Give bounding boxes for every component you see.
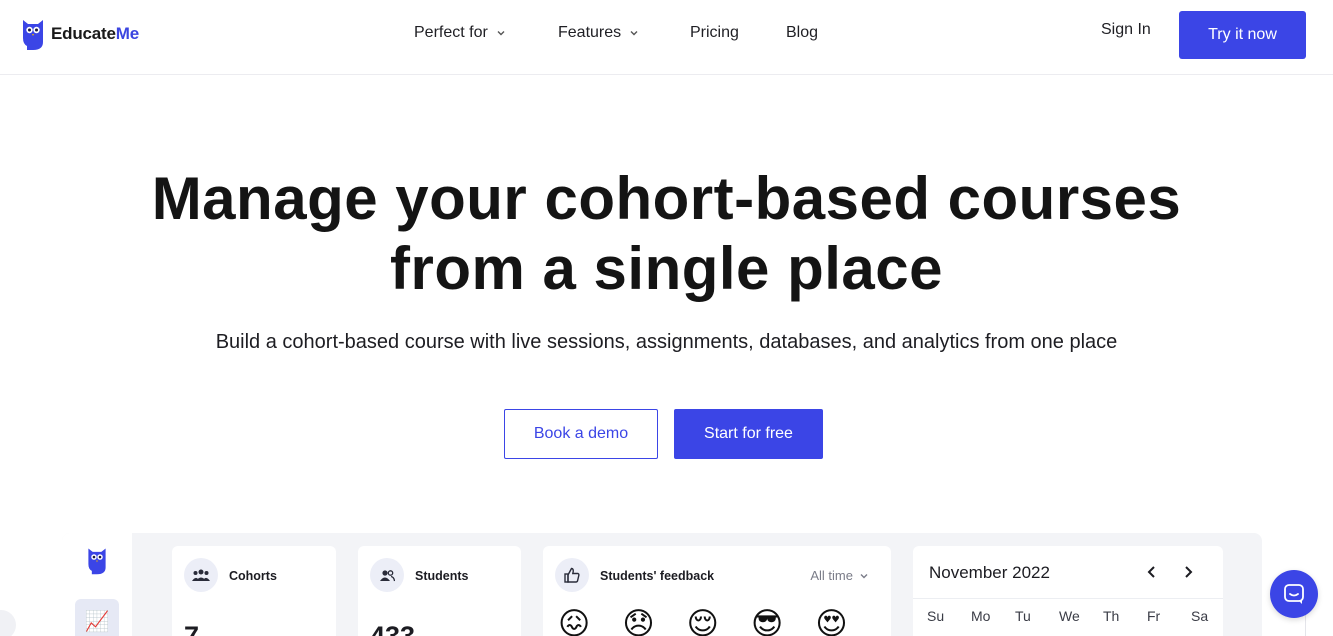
disappointed-face-icon[interactable]: 😞 [622, 604, 654, 636]
users-icon [370, 558, 404, 592]
nav-label: Blog [786, 24, 819, 41]
cohorts-value: 7 [184, 621, 200, 636]
logo[interactable]: EducateMe [21, 16, 139, 52]
chevron-left-icon[interactable] [1145, 564, 1159, 580]
calendar-weekdays: Su Mo Tu We Th Fr Sa [927, 608, 1235, 624]
filter-label: All time [810, 568, 853, 583]
chevron-down-icon [860, 573, 868, 578]
carousel-edge [0, 610, 16, 636]
nav-label: Perfect for [414, 24, 488, 41]
cohorts-title: Cohorts [229, 569, 277, 583]
book-demo-button[interactable]: Book a demo [504, 409, 658, 459]
dashboard-preview: 📈 Cohorts 7 Students 433 Students' feedb… [62, 533, 1262, 636]
brand-name: EducateMe [51, 24, 139, 43]
confounded-face-icon[interactable]: 😖 [558, 604, 590, 636]
weekday-label: Sa [1191, 608, 1209, 624]
weekday-label: Fr [1147, 608, 1161, 624]
students-title: Students [415, 569, 469, 583]
start-for-free-button[interactable]: Start for free [674, 409, 823, 459]
heart-eyes-face-icon[interactable]: 😍 [815, 604, 847, 636]
sunglasses-face-icon[interactable]: 😎 [751, 604, 783, 636]
chevron-down-icon [630, 31, 638, 36]
nav-label: Pricing [690, 24, 739, 41]
try-it-now-button[interactable]: Try it now [1179, 11, 1306, 59]
feedback-emoji-row: 😖 😞 😌 😎 😍 [558, 604, 848, 636]
chevron-right-icon[interactable] [1181, 564, 1195, 580]
weekday-label: Tu [1015, 608, 1031, 624]
weekday-label: We [1059, 608, 1080, 624]
owl-logo-icon [88, 548, 106, 575]
chevron-down-icon [497, 31, 505, 36]
chart-increasing-icon: 📈 [84, 611, 110, 633]
weekday-label: Th [1103, 608, 1120, 624]
hero-title-line-2: from a single place [389, 235, 943, 302]
feedback-card: Students' feedback All time 😖 😞 😌 😎 😍 [543, 546, 891, 636]
analytics-nav-button[interactable]: 📈 [75, 599, 119, 636]
nav-perfect-for[interactable]: Perfect for [414, 22, 506, 44]
chat-launcher-button[interactable] [1270, 570, 1318, 618]
nav-blog[interactable]: Blog [786, 22, 818, 44]
page-edge-panel [1305, 610, 1333, 636]
weekday-label: Su [927, 608, 945, 624]
calendar-month: November 2022 [929, 563, 1050, 582]
calendar-divider [913, 598, 1223, 599]
sign-in-link[interactable]: Sign In [1101, 21, 1151, 39]
hero-title: Manage your cohort-based courses from a … [0, 164, 1333, 304]
group-icon [184, 558, 218, 592]
site-header: EducateMe Perfect for Features Pricing B… [0, 0, 1333, 75]
nav-label: Features [558, 24, 622, 41]
feedback-time-filter[interactable]: All time [810, 568, 869, 583]
dashboard-sidebar: 📈 [62, 533, 132, 636]
cohorts-card: Cohorts 7 [172, 546, 336, 636]
owl-logo-icon [23, 20, 43, 50]
hero-subtitle: Build a cohort-based course with live se… [215, 331, 1118, 353]
students-card: Students 433 [358, 546, 521, 636]
hero-title-line-1: Manage your cohort-based courses [151, 165, 1182, 232]
students-value: 433 [370, 621, 416, 636]
relieved-face-icon[interactable]: 😌 [687, 604, 719, 636]
nav-pricing[interactable]: Pricing [690, 22, 739, 44]
thumbs-up-icon [555, 558, 589, 592]
chat-icon [1284, 584, 1304, 604]
weekday-label: Mo [971, 608, 991, 624]
nav-features[interactable]: Features [558, 22, 639, 44]
calendar-card: November 2022 Su Mo Tu We Th Fr Sa [913, 546, 1223, 636]
feedback-title: Students' feedback [600, 569, 715, 583]
